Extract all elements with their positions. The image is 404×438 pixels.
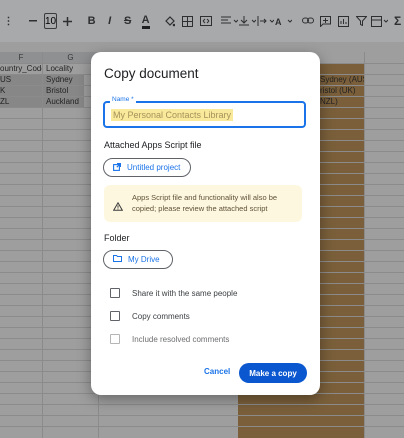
copy-comments-label: Copy comments [132, 311, 190, 321]
option-share-same-people[interactable]: Share it with the same people [110, 288, 237, 298]
grid-line [0, 426, 404, 427]
horizontal-align-icon[interactable] [221, 10, 239, 32]
filter-views-icon[interactable] [371, 10, 389, 32]
share-checkbox-label: Share it with the same people [132, 288, 238, 298]
decrease-font-size-button[interactable] [24, 10, 41, 32]
cancel-button[interactable]: Cancel [204, 367, 230, 376]
font-size-input[interactable]: 10 [44, 13, 58, 29]
vertical-align-icon[interactable] [239, 10, 257, 32]
table-cell[interactable]: NZL) [320, 96, 364, 107]
make-a-copy-button[interactable]: Make a copy [239, 363, 307, 383]
name-field-value[interactable]: My Personal Contacts Library [111, 109, 234, 121]
overflow-icon[interactable]: ⋮ [0, 10, 17, 32]
folder-icon [113, 255, 122, 264]
copy-document-dialog: Copy document Name * My Personal Contact… [91, 52, 320, 395]
table-cell[interactable]: US [0, 74, 42, 85]
cell-header-locality[interactable]: Locality [46, 63, 96, 74]
table-cell[interactable]: ZL [0, 96, 42, 107]
italic-button[interactable]: I [101, 10, 118, 32]
insert-comment-icon[interactable] [317, 10, 334, 32]
formatting-toolbar: ⋮ 10 B I S A A Σ [0, 0, 404, 43]
open-script-button[interactable]: Untitled project [103, 158, 192, 177]
attached-script-label: Attached Apps Script file [104, 140, 202, 150]
table-cell[interactable]: Auckland [46, 96, 96, 107]
text-rotation-icon[interactable]: A [275, 10, 293, 32]
borders-icon[interactable] [179, 10, 196, 32]
warning-icon [112, 198, 124, 216]
warning-banner: Apps Script file and functionality will … [104, 185, 302, 222]
open-in-new-icon [113, 162, 122, 173]
folder-picker-label: My Drive [128, 255, 160, 264]
strikethrough-button[interactable]: S [119, 10, 136, 32]
text-wrapping-icon[interactable] [257, 10, 275, 32]
dialog-title: Copy document [104, 66, 199, 81]
increase-font-size-button[interactable] [59, 10, 76, 32]
table-cell[interactable]: Sydney (AUS) [320, 74, 364, 85]
grid-line [364, 52, 365, 438]
table-cell[interactable]: ristol (UK) [320, 85, 364, 96]
svg-text:A: A [275, 17, 282, 26]
column-header-f[interactable]: F [0, 52, 43, 63]
document-name-field[interactable]: Name * My Personal Contacts Library [103, 96, 306, 128]
text-color-button[interactable]: A [137, 10, 154, 32]
bold-button[interactable]: B [83, 10, 100, 32]
insert-chart-icon[interactable] [335, 10, 352, 32]
option-copy-comments[interactable]: Copy comments [110, 311, 190, 321]
grid-line [0, 404, 404, 405]
folder-picker-button[interactable]: My Drive [103, 250, 173, 269]
fill-color-icon[interactable] [161, 10, 178, 32]
grid-line [42, 52, 43, 438]
resolved-comments-checkbox [110, 334, 120, 344]
folder-label: Folder [104, 233, 130, 243]
option-include-resolved-comments: Include resolved comments [110, 334, 229, 344]
filter-icon[interactable] [353, 10, 370, 32]
merge-cells-icon[interactable] [197, 10, 214, 32]
name-field-label: Name * [110, 96, 136, 103]
warning-text: Apps Script file and functionality will … [132, 193, 278, 213]
cell-header-country-code[interactable]: ountry_Code [0, 63, 42, 74]
copy-comments-checkbox[interactable] [110, 311, 120, 321]
table-cell[interactable]: Sydney [46, 74, 96, 85]
functions-icon[interactable]: Σ [389, 10, 404, 32]
resolved-comments-label: Include resolved comments [132, 334, 230, 344]
table-cell[interactable]: K [0, 85, 42, 96]
open-script-button-label: Untitled project [127, 163, 181, 172]
grid-line [0, 415, 404, 416]
table-cell[interactable]: Bristol [46, 85, 96, 96]
share-checkbox[interactable] [110, 288, 120, 298]
insert-link-icon[interactable] [299, 10, 316, 32]
